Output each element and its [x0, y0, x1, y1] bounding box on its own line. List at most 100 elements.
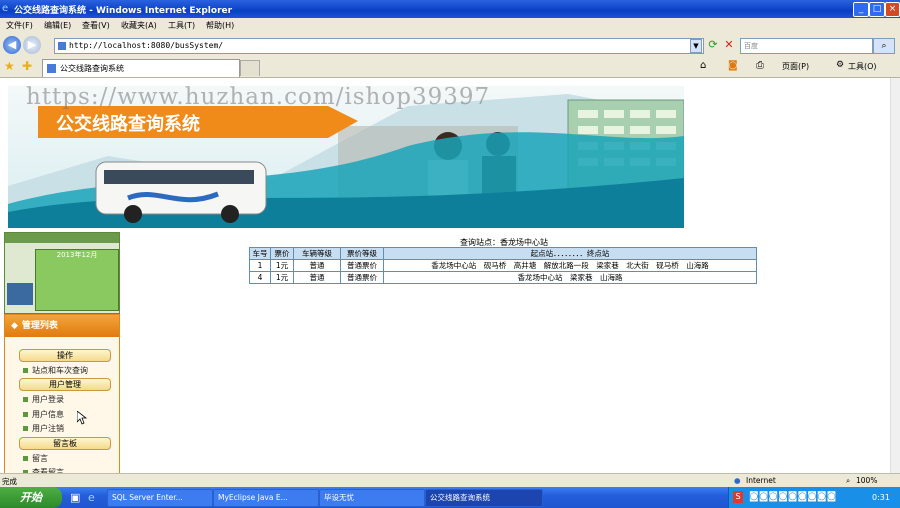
- banner-title: 公交线路查询系统: [56, 113, 200, 135]
- sidebar-item-label: 站点和车次查询: [32, 366, 88, 375]
- folder-icon: ◆: [11, 321, 18, 331]
- start-button[interactable]: 开始: [0, 487, 62, 508]
- table-header-row: 车号 票价 车辆等级 票价等级 起点站．．．．．．．．终点站: [249, 247, 757, 260]
- ie-icon: e: [2, 3, 9, 14]
- cell-bus-class: 普通: [293, 271, 341, 284]
- tools-menu[interactable]: 工具(O): [848, 61, 877, 72]
- tab-title: 公交线路查询系统: [60, 64, 124, 73]
- input-method-icon[interactable]: S: [733, 491, 743, 503]
- window-titlebar: e 公交线路查询系统 - Windows Internet Explorer _…: [0, 0, 900, 18]
- task-label: 毕设无忧: [324, 493, 354, 502]
- mouse-cursor-icon: [77, 411, 87, 425]
- address-input[interactable]: http://localhost:8080/busSystem/: [54, 38, 704, 54]
- home-icon[interactable]: ⌂: [700, 60, 706, 71]
- new-tab-button[interactable]: [240, 60, 260, 76]
- col-bus-number: 车号: [249, 247, 271, 260]
- sidebar-item-user-info[interactable]: 用户信息: [23, 409, 64, 420]
- favorites-star-icon[interactable]: ★: [4, 59, 15, 73]
- section-operations-label: 操作: [57, 351, 73, 360]
- task-label: 公交线路查询系统: [430, 493, 490, 502]
- table-row[interactable]: 4 1元 普通 普通票价 香龙场中心站 梁家巷 山海路: [249, 271, 757, 284]
- section-user-management[interactable]: 用户管理: [19, 378, 111, 391]
- section-message-board[interactable]: 留言板: [19, 437, 111, 450]
- print-icon[interactable]: ⎙: [756, 60, 764, 71]
- calendar-header: 2013年12月: [56, 251, 98, 259]
- bus-icon: [95, 161, 267, 223]
- bullet-icon: [23, 456, 28, 461]
- bullet-icon: [23, 426, 28, 431]
- bullet-icon: [23, 368, 28, 373]
- menu-tools[interactable]: 工具(T): [168, 20, 195, 31]
- address-url: http://localhost:8080/busSystem/: [69, 41, 224, 50]
- task-myeclipse[interactable]: MyEclipse Java E...: [213, 489, 319, 507]
- back-button[interactable]: ◀: [3, 36, 21, 54]
- col-bus-class: 车辆等级: [293, 247, 341, 260]
- close-button[interactable]: ×: [885, 2, 900, 17]
- search-input[interactable]: 百度: [740, 38, 873, 54]
- col-stations: 起点站．．．．．．．．终点站: [383, 247, 757, 260]
- menu-favorites[interactable]: 收藏夹(A): [121, 20, 157, 31]
- cell-bus-number: 4: [249, 271, 271, 284]
- security-zone: Internet: [746, 476, 776, 485]
- window-title: 公交线路查询系统 - Windows Internet Explorer: [14, 6, 233, 16]
- menu-edit[interactable]: 编辑(E): [44, 20, 71, 31]
- bullet-icon: [23, 397, 28, 402]
- sidebar-item-route-query[interactable]: 站点和车次查询: [23, 365, 88, 376]
- sidebar-header-label: 管理列表: [21, 321, 58, 331]
- search-icon[interactable]: ⌕: [873, 38, 895, 54]
- cell-fare: 1元: [270, 271, 294, 284]
- calendar-side-image: [7, 283, 33, 305]
- sidebar-item-leave-message[interactable]: 留言: [23, 453, 48, 464]
- menu-help[interactable]: 帮助(H): [206, 20, 234, 31]
- minimize-button[interactable]: _: [853, 2, 869, 17]
- tab-active[interactable]: 公交线路查询系统: [42, 59, 240, 77]
- gear-icon: ⚙: [836, 60, 845, 70]
- task-label: MyEclipse Java E...: [218, 493, 288, 502]
- bullet-icon: [23, 412, 28, 417]
- menu-view[interactable]: 查看(V): [82, 20, 110, 31]
- sidebar-item-user-logout[interactable]: 用户注销: [23, 423, 64, 434]
- col-fare: 票价: [270, 247, 294, 260]
- sidebar-header: ◆ 管理列表: [5, 315, 119, 337]
- page-icon: [58, 41, 66, 50]
- forward-button[interactable]: ▶: [23, 36, 41, 54]
- section-message-board-label: 留言板: [53, 439, 77, 448]
- cell-fare-class: 普通票价: [340, 271, 384, 284]
- sidebar-item-label: 用户信息: [32, 410, 64, 419]
- col-fare-class: 票价等级: [340, 247, 384, 260]
- stop-icon[interactable]: ✕: [722, 38, 736, 52]
- cell-bus-class: 普通: [293, 259, 341, 272]
- clock: 0:31: [872, 493, 890, 502]
- sidebar-item-label: 留言: [32, 454, 48, 463]
- calendar-widget: 2013年12月: [4, 232, 120, 314]
- zoom-level[interactable]: 100%: [856, 476, 877, 485]
- sidebar-item-user-login[interactable]: 用户登录: [23, 394, 64, 405]
- menu-file[interactable]: 文件(F): [6, 20, 33, 31]
- add-favorites-icon[interactable]: ✚: [22, 59, 32, 73]
- refresh-icon[interactable]: ⟳: [706, 38, 720, 52]
- quicklaunch-desktop-icon[interactable]: ▣: [70, 491, 80, 504]
- vertical-scrollbar[interactable]: [890, 78, 900, 473]
- status-bar: 完成 ● Internet ⌕ 100%: [0, 473, 900, 488]
- status-text: 完成: [2, 477, 17, 486]
- cell-bus-number: 1: [249, 259, 271, 272]
- task-ie-bus-system[interactable]: 公交线路查询系统: [425, 489, 543, 507]
- page-menu[interactable]: 页面(P): [782, 61, 809, 72]
- task-folder[interactable]: 毕设无忧: [319, 489, 425, 507]
- globe-icon: ●: [734, 476, 741, 485]
- section-user-management-label: 用户管理: [49, 380, 81, 389]
- cell-stations: 香龙场中心站 砚马桥 高井塘 解放北路一段 梁家巷 北大街 砚马桥 山海路: [383, 259, 757, 272]
- tab-page-icon: [47, 64, 56, 73]
- address-dropdown-icon[interactable]: ▼: [690, 39, 702, 53]
- tray-icons: ◙◙◙◙◙◙◙◙◙: [749, 491, 837, 502]
- maximize-button[interactable]: □: [869, 2, 885, 17]
- search-placeholder: 百度: [744, 42, 758, 50]
- watermark: https://www.huzhan.com/ishop39397: [26, 84, 491, 110]
- calendar-top-strip: [5, 233, 119, 243]
- table-row[interactable]: 1 1元 普通 普通票价 香龙场中心站 砚马桥 高井塘 解放北路一段 梁家巷 北…: [249, 259, 757, 272]
- section-operations[interactable]: 操作: [19, 349, 111, 362]
- sidebar-item-label: 用户登录: [32, 395, 64, 404]
- quicklaunch-ie-icon[interactable]: e: [88, 491, 95, 504]
- feeds-icon[interactable]: ◙: [728, 60, 738, 71]
- task-sql-server[interactable]: SQL Server Enter...: [107, 489, 213, 507]
